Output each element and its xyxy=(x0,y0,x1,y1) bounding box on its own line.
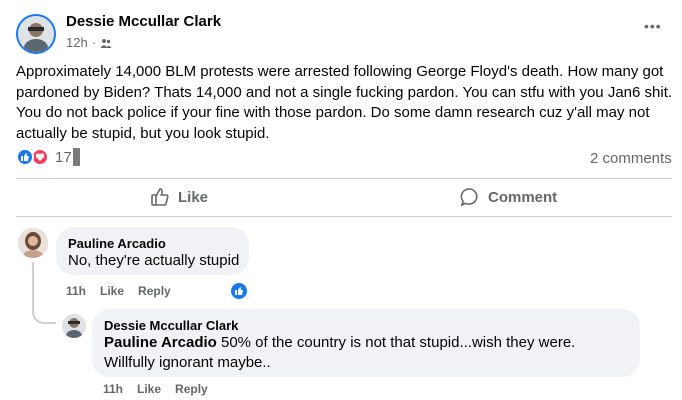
comment-like-button[interactable]: Like xyxy=(100,284,124,298)
reply-bubble: Dessie Mccullar Clark Pauline Arcadio 50… xyxy=(92,309,640,377)
comments-count-link[interactable]: 2 comments xyxy=(590,150,672,167)
divider-top xyxy=(16,178,672,179)
comment-reply-button[interactable]: Reply xyxy=(138,284,171,298)
like-reaction-icon xyxy=(16,148,34,166)
like-icon xyxy=(150,187,170,207)
count-obscured-block xyxy=(72,148,80,166)
reply-text: Pauline Arcadio 50% of the country is no… xyxy=(104,333,629,373)
comment-actions: 11h Like Reply xyxy=(66,284,171,298)
reply-author-avatar[interactable] xyxy=(62,314,86,338)
post-time[interactable]: 12h xyxy=(66,35,88,50)
post-text: Approximately 14,000 BLM protests were a… xyxy=(16,63,673,142)
comment-bubble: Pauline Arcadio No, they're actually stu… xyxy=(56,227,249,275)
reply-like-button[interactable]: Like xyxy=(137,382,161,396)
comment-button-label: Comment xyxy=(488,188,558,206)
friends-icon xyxy=(100,37,112,49)
reply-actions: 11h Like Reply xyxy=(103,382,208,396)
more-options-icon[interactable]: ••• xyxy=(644,18,662,34)
reply-mention[interactable]: Pauline Arcadio xyxy=(104,334,217,351)
like-button-label: Like xyxy=(178,188,209,206)
comment-author[interactable]: Pauline Arcadio xyxy=(68,236,166,251)
reply-thread-line xyxy=(32,262,56,324)
reactions-summary[interactable]: 17 xyxy=(16,148,80,166)
like-button[interactable]: Like xyxy=(150,187,208,207)
reply-author[interactable]: Dessie Mccullar Clark xyxy=(104,318,238,333)
reply-time[interactable]: 11h xyxy=(103,382,123,396)
author-avatar[interactable] xyxy=(16,14,56,54)
reply-reply-button[interactable]: Reply xyxy=(175,382,208,396)
comment-button[interactable]: Comment xyxy=(460,187,557,207)
reaction-count[interactable]: 17 xyxy=(55,149,72,166)
comment-time[interactable]: 11h xyxy=(66,284,86,298)
comment-icon xyxy=(460,187,480,207)
post-meta: 12h · xyxy=(66,35,112,50)
comment-like-reaction-icon[interactable] xyxy=(229,281,249,301)
commenter-avatar[interactable] xyxy=(18,228,48,258)
post-author-name[interactable]: Dessie Mccullar Clark xyxy=(66,13,221,30)
divider-bottom xyxy=(16,216,672,217)
comment-text: No, they're actually stupid xyxy=(68,252,240,269)
